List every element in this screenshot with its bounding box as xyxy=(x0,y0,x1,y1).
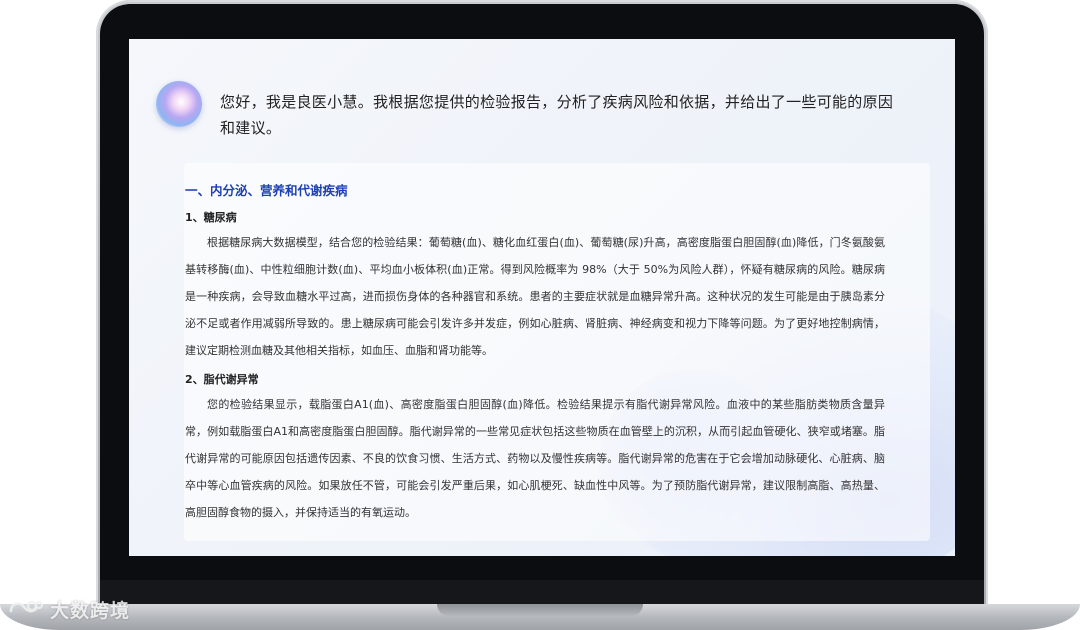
laptop-screen: 您好，我是良医小慧。我根据您提供的检验报告，分析了疾病风险和依据，并给出了一些可… xyxy=(129,39,955,556)
brand-watermark-text: 大数跨境 xyxy=(50,599,131,622)
laptop-hinge-notch xyxy=(437,604,643,616)
report-item-title: 1、糖尿病 xyxy=(185,211,237,224)
assistant-orb-icon xyxy=(156,81,202,127)
report-section-title: 一、内分泌、营养和代谢疾病 xyxy=(185,183,348,198)
report-item-text: 您的检验结果显示，载脂蛋白A1(血)、高密度脂蛋白胆固醇(血)降低。检验结果提示… xyxy=(185,398,885,519)
report-item-title: 2、脂代谢异常 xyxy=(185,373,259,386)
report-item-text: 根据糖尿病大数据模型，结合您的检验结果：葡萄糖(血)、糖化血红蛋白(血)、葡萄糖… xyxy=(185,236,885,357)
assistant-greeting: 您好，我是良医小慧。我根据您提供的检验报告，分析了疾病风险和依据，并给出了一些可… xyxy=(220,93,894,137)
laptop-chin xyxy=(100,580,984,606)
brand-logo-icon xyxy=(9,600,44,613)
brand-watermark: 大数跨境 xyxy=(8,594,130,624)
laptop-mockup: 您好，我是良医小慧。我根据您提供的检验报告，分析了疾病风险和依据，并给出了一些可… xyxy=(0,0,1080,630)
